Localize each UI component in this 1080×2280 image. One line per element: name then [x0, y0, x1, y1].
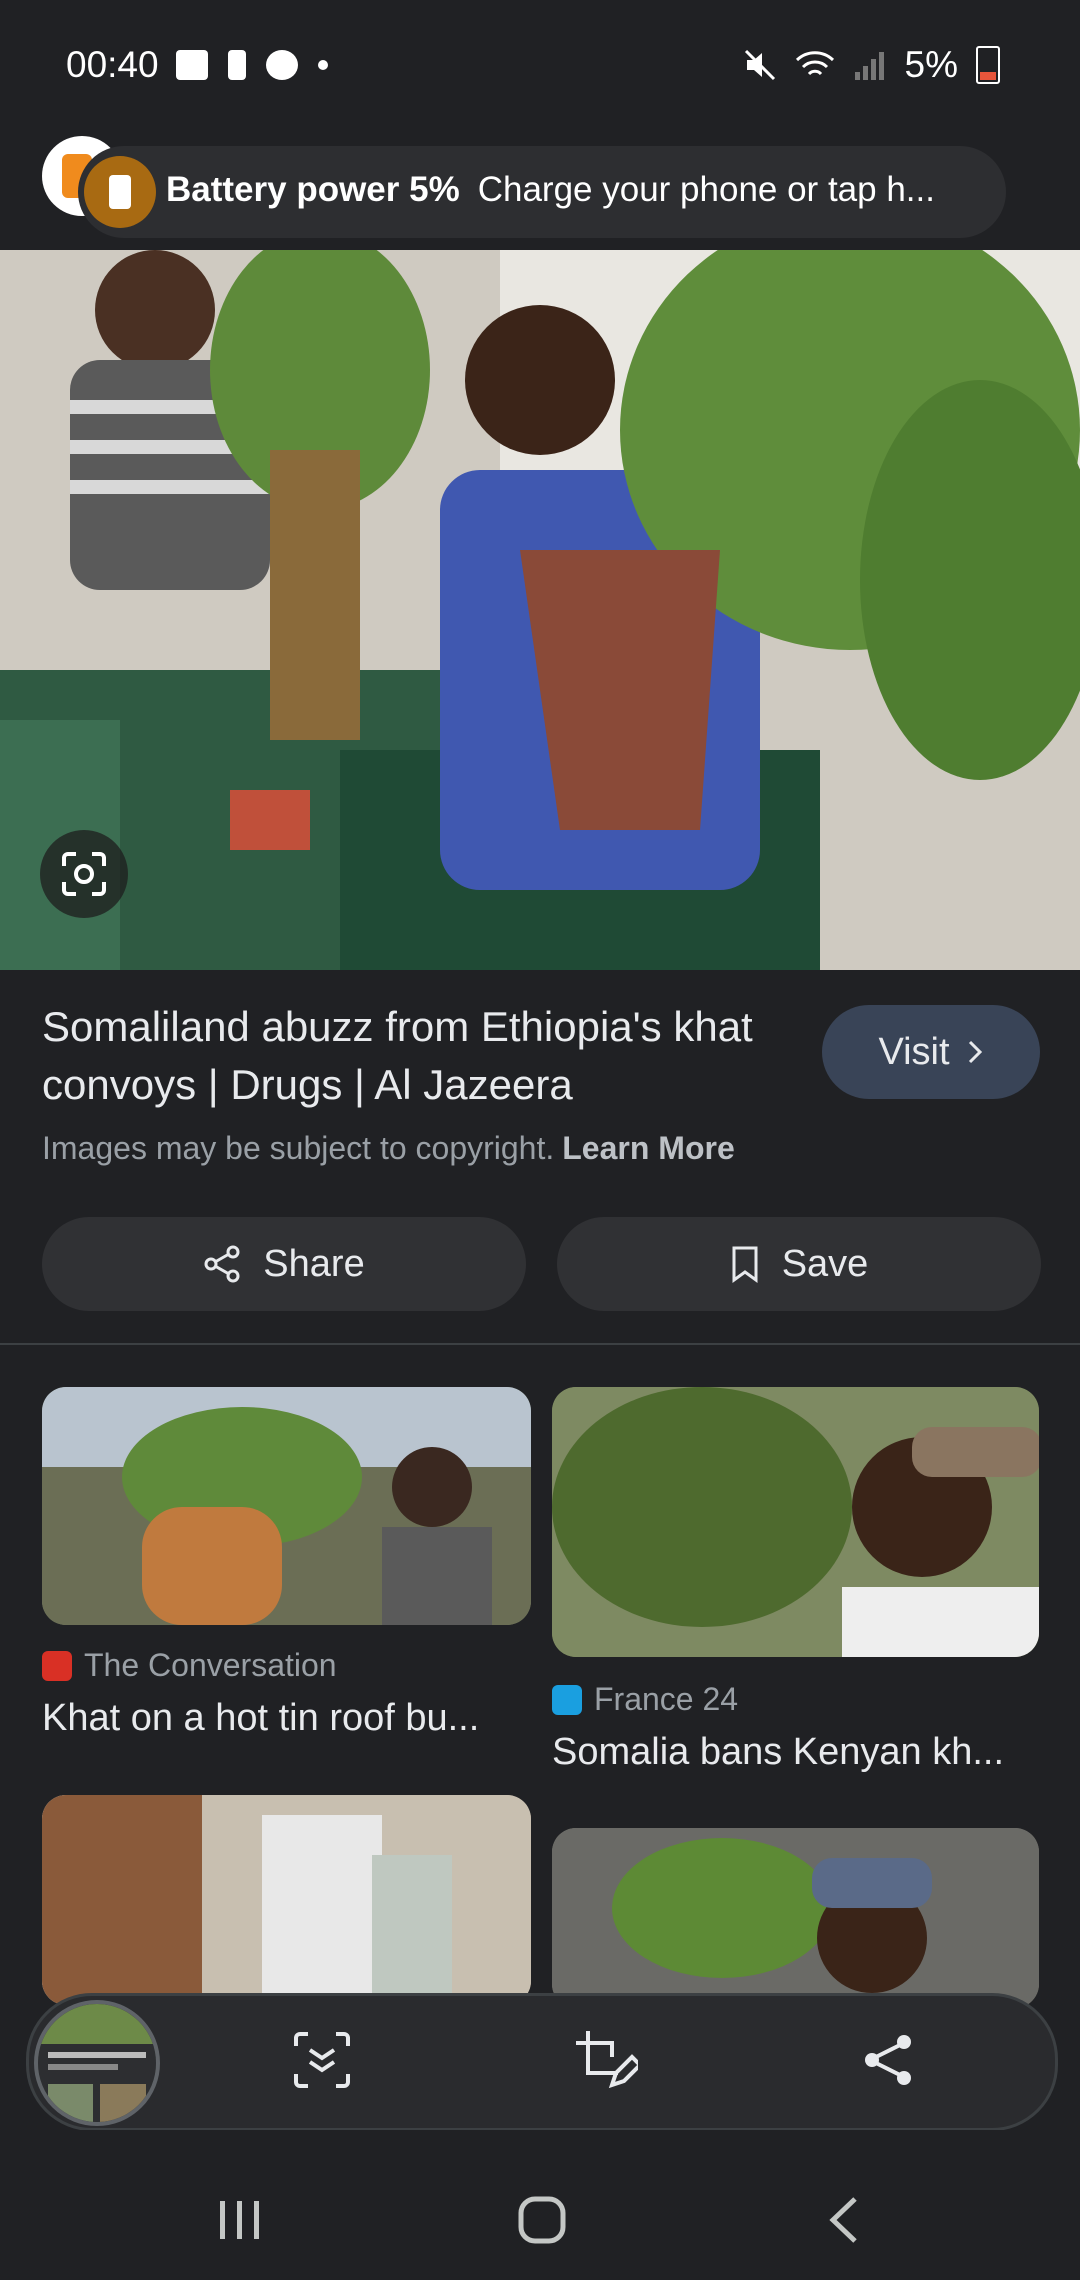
- related-photo-3: [42, 1795, 531, 2005]
- google-lens-button[interactable]: [40, 830, 128, 918]
- visit-label: Visit: [878, 1030, 950, 1073]
- crop-edit-icon: [576, 2031, 638, 2089]
- home-icon: [518, 2196, 566, 2244]
- status-right: 5%: [743, 44, 1000, 86]
- wifi-icon: [795, 51, 834, 76]
- status-time: 00:40: [66, 44, 159, 85]
- back-button[interactable]: [810, 2190, 880, 2250]
- app-icon: [266, 50, 298, 80]
- france24-favicon-icon: [552, 1684, 582, 1715]
- related-title-1[interactable]: Khat on a hot tin roof bu...: [42, 1697, 479, 1740]
- share-icon: [865, 2035, 911, 2085]
- bookmark-icon: [732, 1246, 758, 1283]
- related-image-4[interactable]: [552, 1828, 1039, 2008]
- battery-percent: 5%: [904, 44, 958, 85]
- copyright-text: Images may be subject to copyright.: [42, 1130, 555, 1166]
- share-label: Share: [263, 1242, 365, 1285]
- visit-button[interactable]: Visit: [822, 1005, 1040, 1099]
- related-photo-2: [552, 1387, 1039, 1657]
- related-image-1[interactable]: [42, 1387, 531, 1625]
- related-image-2[interactable]: [552, 1387, 1039, 1657]
- related-source-label-2: France 24: [594, 1681, 739, 1717]
- notification-body: Charge your phone or tap h...: [477, 170, 935, 209]
- status-notification-icons: [176, 50, 328, 80]
- smart-select-icon: [294, 2032, 350, 2088]
- main-image[interactable]: [0, 250, 1080, 970]
- related-title-2[interactable]: Somalia bans Kenyan kh...: [552, 1731, 1004, 1774]
- recents-button[interactable]: [205, 2190, 275, 2250]
- alert-icon: [228, 50, 246, 80]
- related-source-2[interactable]: France 24: [552, 1681, 738, 1718]
- save-button[interactable]: Save: [557, 1217, 1041, 1311]
- result-title[interactable]: Somaliland abuzz from Ethiopia's khat co…: [42, 998, 782, 1114]
- notification-title: Battery power 5%: [166, 170, 460, 209]
- learn-more-link[interactable]: Learn More: [562, 1130, 734, 1166]
- battery-icon: [976, 46, 1000, 84]
- share-icon: [204, 1245, 240, 1283]
- signal-icon: [854, 52, 884, 80]
- conversation-favicon-icon: [42, 1650, 72, 1681]
- battery-alert-icon: [84, 156, 156, 228]
- status-bar: 00:40 5%: [0, 0, 1080, 130]
- share-button[interactable]: Share: [42, 1217, 526, 1311]
- save-label: Save: [781, 1242, 869, 1285]
- copyright-notice: Images may be subject to copyright. Learn…: [42, 1130, 735, 1167]
- related-source-1[interactable]: The Conversation: [42, 1647, 337, 1684]
- more-dot-icon: [318, 60, 328, 70]
- toolbar-share-button[interactable]: [848, 2020, 928, 2100]
- screenshot-thumbnail[interactable]: [34, 2000, 160, 2126]
- gallery-icon: [176, 50, 208, 80]
- divider: [0, 1343, 1080, 1345]
- home-button[interactable]: [507, 2190, 577, 2250]
- back-icon: [829, 2197, 857, 2243]
- notification-text[interactable]: Battery power 5% Charge your phone or tap…: [166, 170, 996, 210]
- related-source-label-1: The Conversation: [84, 1647, 337, 1683]
- related-image-3[interactable]: [42, 1795, 531, 2005]
- smart-select-button[interactable]: [282, 2020, 362, 2100]
- recents-icon: [220, 2201, 259, 2239]
- thumbnail-preview: [38, 2004, 156, 2122]
- mute-icon: [744, 49, 775, 81]
- crop-edit-button[interactable]: [565, 2020, 645, 2100]
- google-lens-icon: [62, 852, 106, 896]
- related-photo-4: [552, 1828, 1039, 2008]
- main-photo: [0, 250, 1080, 970]
- chevron-right-icon: [968, 1040, 982, 1064]
- related-photo-1: [42, 1387, 531, 1625]
